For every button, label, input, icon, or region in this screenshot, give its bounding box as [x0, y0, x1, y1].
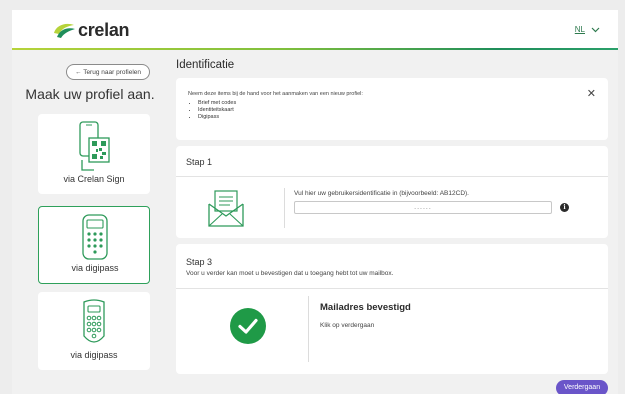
step-1-panel: Stap 1 Vul hier uw gebruikersidentificat…	[176, 146, 608, 238]
option-label: via digipass	[71, 263, 119, 273]
checkmark-icon	[230, 308, 266, 344]
step-3-panel: Stap 3 Voor u verder kan moet u bevestig…	[176, 244, 608, 374]
page-title: Identificatie	[176, 59, 235, 71]
required-items-list: Brief met codes Identiteitskaart Digipas…	[198, 100, 236, 121]
step-3-heading: Stap 3	[186, 257, 213, 267]
option-card-digipass-selected[interactable]: via digipass	[38, 206, 150, 284]
list-item: Identiteitskaart	[198, 107, 236, 114]
screenshot-frame: crelan NL ← Terug naar profielen Maak uw…	[0, 0, 625, 394]
close-icon[interactable]: ✕	[587, 87, 596, 100]
mail-confirmed-title: Mailadres bevestigd	[320, 302, 411, 313]
info-panel: Neem deze items bij de hand voor het aan…	[176, 78, 608, 140]
next-button[interactable]: Verdergaan	[556, 380, 608, 394]
digipass-round-icon	[38, 298, 150, 348]
info-icon[interactable]: i	[560, 203, 569, 212]
main-content: Identificatie Neem deze items bij de han…	[168, 52, 618, 394]
step-1-heading: Stap 1	[186, 157, 213, 167]
crelan-leaf-icon	[54, 23, 75, 38]
sidebar-title: Maak uw profiel aan.	[25, 86, 155, 102]
logo-text: crelan	[78, 20, 130, 40]
brand-stripe	[12, 48, 618, 50]
envelope-icon	[206, 188, 246, 233]
vertical-divider	[308, 296, 309, 362]
option-label: via digipass	[70, 350, 118, 360]
divider	[176, 288, 608, 289]
divider	[176, 176, 608, 177]
list-item: Brief met codes	[198, 100, 236, 107]
language-selector[interactable]: NL	[575, 25, 600, 34]
vertical-divider	[284, 188, 285, 228]
user-id-input[interactable]: ......	[294, 201, 552, 214]
language-label: NL	[574, 25, 585, 34]
sidebar: ← Terug naar profielen Maak uw profiel a…	[12, 52, 168, 394]
digipass-icon	[39, 213, 151, 261]
info-intro: Neem deze items bij de hand voor het aan…	[188, 91, 363, 97]
top-bar: crelan NL	[12, 10, 618, 50]
step-3-description: Voor u verder kan moet u bevestigen dat …	[186, 270, 394, 277]
user-id-label: Vul hier uw gebruikersidentificatie in (…	[294, 190, 469, 197]
back-to-profiles-button[interactable]: ← Terug naar profielen	[66, 64, 151, 80]
list-item: Digipass	[198, 114, 236, 121]
crelan-logo[interactable]: crelan	[52, 20, 130, 41]
option-card-crelan-sign[interactable]: via Crelan Sign	[38, 114, 150, 194]
option-label: via Crelan Sign	[63, 174, 125, 184]
option-card-digipass[interactable]: via digipass	[38, 292, 150, 370]
phone-qr-icon	[38, 120, 150, 176]
app-window: crelan NL ← Terug naar profielen Maak uw…	[12, 10, 618, 394]
mail-confirmed-subtitle: Klik op verdergaan	[320, 322, 375, 329]
chevron-down-icon	[591, 27, 600, 32]
